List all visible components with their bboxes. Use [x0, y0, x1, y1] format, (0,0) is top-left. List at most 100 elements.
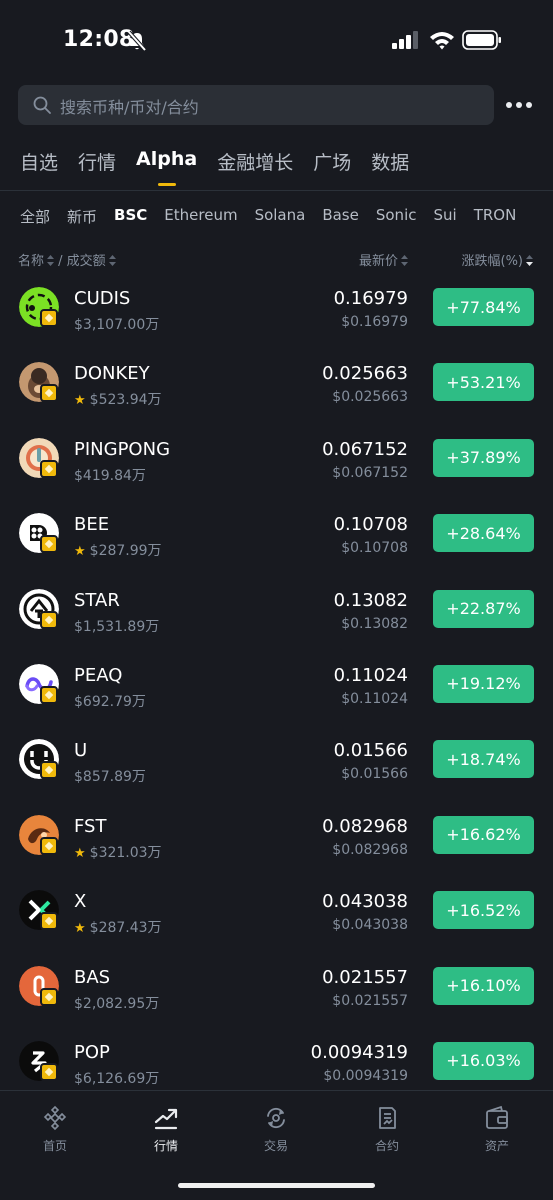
- nav-trade[interactable]: 交易: [236, 1105, 316, 1154]
- alpha-badge-icon: [40, 459, 58, 478]
- coin-usd-price: $0.01566: [341, 766, 408, 783]
- star-icon: ★: [74, 393, 86, 409]
- coin-price: 0.11024: [333, 664, 408, 686]
- coin-symbol: BEE: [74, 514, 110, 536]
- nav-label: 合约: [374, 1139, 399, 1153]
- coin-price: 0.067152: [322, 438, 408, 460]
- coin-usd-price: $0.11024: [341, 690, 408, 707]
- coin-volume: ★ $321.03万: [74, 842, 162, 862]
- wallet-icon: [486, 1105, 508, 1129]
- bell-muted-icon: [127, 30, 147, 52]
- nav-label: 首页: [42, 1139, 67, 1153]
- change-badge[interactable]: +77.84%: [433, 288, 534, 326]
- tab-earn[interactable]: 金融增长: [217, 148, 293, 182]
- chain-sui[interactable]: Sui: [433, 206, 456, 227]
- coin-usd-price: $0.16979: [341, 314, 408, 330]
- tab-alpha[interactable]: Alpha: [136, 148, 197, 186]
- coin-row[interactable]: PEAQ $692.79万 0.11024 $0.11024 +19.12%: [0, 647, 553, 722]
- coin-symbol: U: [74, 740, 88, 762]
- more-dot-icon: [516, 102, 522, 108]
- coin-volume-value: $523.94万: [89, 392, 162, 409]
- name-volume-header[interactable]: 名称 / 成交额: [18, 250, 116, 269]
- coin-row[interactable]: X ★ $287.43万 0.043038 $0.043038 +16.52%: [0, 873, 553, 948]
- coin-row[interactable]: U $857.89万 0.01566 $0.01566 +18.74%: [0, 722, 553, 797]
- change-header[interactable]: 涨跌幅(%): [462, 250, 533, 269]
- wifi-icon: [430, 32, 454, 50]
- nav-home[interactable]: 首页: [15, 1105, 95, 1154]
- coin-row[interactable]: CUDIS $3,107.00万 0.16979 $0.16979 +77.84…: [0, 270, 553, 345]
- coin-price: 0.10708: [333, 514, 408, 536]
- coin-price: 0.01566: [333, 740, 408, 762]
- tab-data[interactable]: 数据: [371, 148, 409, 182]
- chain-base[interactable]: Base: [322, 206, 359, 227]
- coin-symbol: POP: [74, 1041, 110, 1063]
- coin-usd-price: $0.043038: [332, 917, 408, 934]
- chain-new[interactable]: 新币: [67, 206, 97, 227]
- more-menu-button[interactable]: [506, 94, 532, 116]
- coin-price: 0.16979: [333, 288, 408, 309]
- tab-square[interactable]: 广场: [313, 148, 351, 182]
- status-bar: 12:08: [0, 0, 553, 80]
- change-badge[interactable]: +28.64%: [433, 514, 534, 553]
- nav-markets[interactable]: 行情: [126, 1105, 206, 1154]
- status-time: 12:08: [63, 27, 135, 52]
- nav-label: 行情: [153, 1139, 178, 1153]
- coin-symbol: STAR: [74, 589, 120, 611]
- chain-sonic[interactable]: Sonic: [376, 206, 417, 227]
- chain-ethereum[interactable]: Ethereum: [164, 206, 237, 227]
- chain-all[interactable]: 全部: [20, 206, 50, 227]
- coin-usd-price: $0.021557: [332, 992, 408, 1009]
- coin-usd-price: $0.13082: [341, 615, 408, 632]
- change-badge[interactable]: +37.89%: [433, 438, 534, 477]
- coin-volume-value: $3,107.00万: [74, 317, 160, 333]
- chain-tron[interactable]: TRON: [474, 206, 517, 227]
- coin-volume: ★ $287.99万: [74, 540, 162, 560]
- alpha-badge-icon: [40, 384, 58, 403]
- alpha-badge-icon: [40, 987, 58, 1006]
- star-icon: ★: [74, 921, 86, 937]
- coin-volume-value: $321.03万: [89, 844, 162, 861]
- change-badge[interactable]: +19.12%: [433, 664, 534, 703]
- coin-volume-value: $692.79万: [74, 693, 146, 710]
- chain-solana[interactable]: Solana: [255, 206, 306, 227]
- change-badge[interactable]: +22.87%: [433, 589, 534, 628]
- nav-futures[interactable]: 合约: [347, 1105, 427, 1154]
- star-icon: ★: [74, 544, 86, 560]
- change-badge[interactable]: +18.74%: [433, 740, 534, 779]
- more-dot-icon: [506, 102, 512, 108]
- sort-icon: [401, 255, 408, 266]
- coin-row[interactable]: POP $6,126.69万 0.0094319 $0.0094319 +16.…: [0, 1024, 553, 1099]
- cellular-signal-icon: [392, 31, 418, 49]
- coin-row[interactable]: FST ★ $321.03万 0.082968 $0.082968 +16.62%: [0, 798, 553, 873]
- coin-volume: $419.84万: [74, 465, 146, 485]
- coin-usd-price: $0.0094319: [323, 1067, 408, 1084]
- coin-symbol: PEAQ: [74, 664, 123, 686]
- coin-row[interactable]: STAR $1,531.89万 0.13082 $0.13082 +22.87%: [0, 572, 553, 647]
- tab-watchlist[interactable]: 自选: [20, 148, 58, 182]
- price-header[interactable]: 最新价: [359, 250, 408, 269]
- change-badge[interactable]: +16.62%: [433, 815, 534, 854]
- chain-bsc[interactable]: BSC: [114, 206, 147, 227]
- alpha-badge-icon: [40, 685, 58, 704]
- coin-row[interactable]: BEE ★ $287.99万 0.10708 $0.10708 +28.64%: [0, 496, 553, 571]
- coin-symbol: CUDIS: [74, 288, 131, 309]
- name-header: 名称: [18, 254, 45, 269]
- coin-volume: $6,126.69万: [74, 1068, 159, 1088]
- coin-row[interactable]: DONKEY ★ $523.94万 0.025663 $0.025663 +53.…: [0, 345, 553, 420]
- sort-icon: [47, 255, 55, 266]
- alpha-badge-icon: [40, 610, 58, 629]
- tab-markets[interactable]: 行情: [78, 148, 116, 182]
- change-badge[interactable]: +16.52%: [433, 891, 534, 930]
- coin-symbol: PINGPONG: [74, 438, 171, 460]
- nav-assets[interactable]: 资产: [457, 1105, 537, 1154]
- nav-label: 资产: [484, 1139, 509, 1153]
- coin-row[interactable]: PINGPONG $419.84万 0.067152 $0.067152 +37…: [0, 421, 553, 496]
- search-bar[interactable]: 搜索币种/币对/合约: [18, 85, 494, 125]
- alpha-badge-icon: [40, 1062, 58, 1081]
- coin-row[interactable]: BAS $2,082.95万 0.021557 $0.021557 +16.10…: [0, 949, 553, 1024]
- change-badge[interactable]: +53.21%: [433, 363, 534, 402]
- change-badge[interactable]: +16.03%: [433, 1041, 534, 1080]
- coin-volume-value: $857.89万: [74, 769, 146, 786]
- change-badge[interactable]: +16.10%: [433, 966, 534, 1005]
- search-icon: [33, 96, 51, 114]
